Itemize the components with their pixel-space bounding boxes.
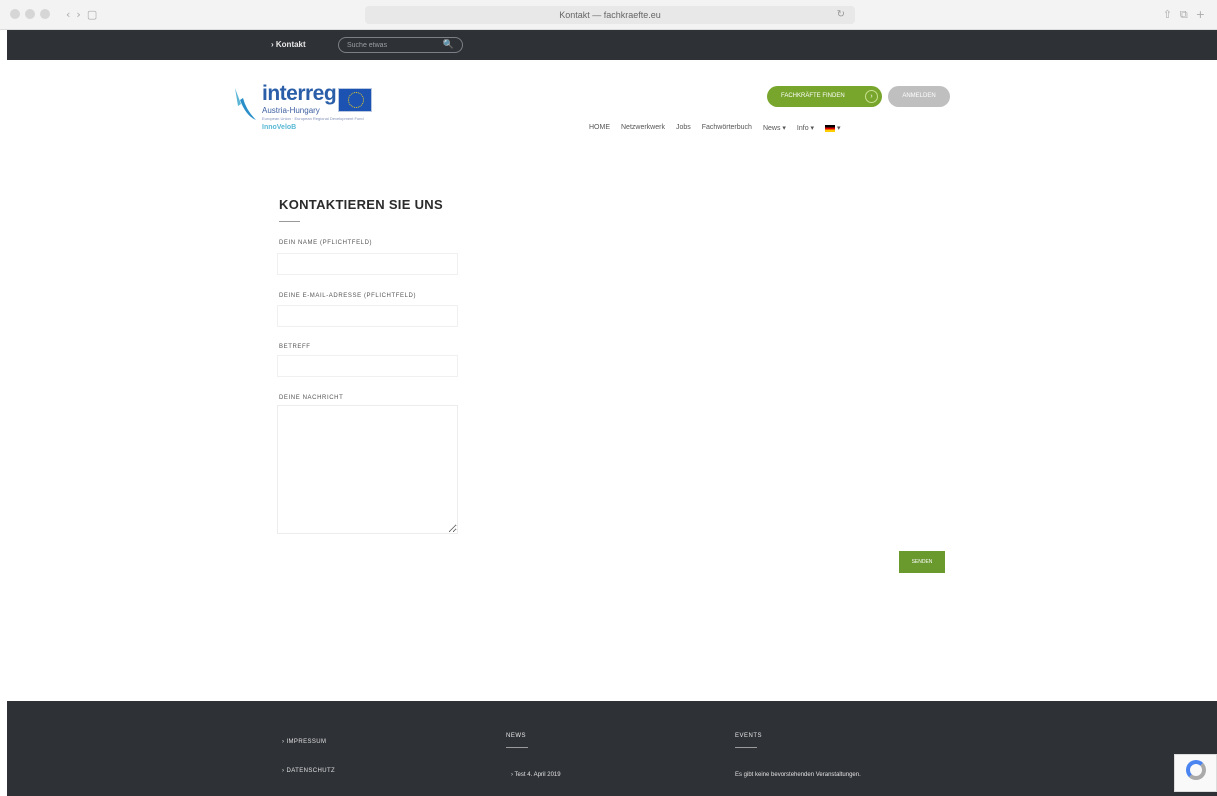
footer-link-datenschutz[interactable]: › DATENSCHUTZ [282, 768, 335, 774]
nav-item-home[interactable]: HOME [589, 124, 610, 132]
nav-item-network[interactable]: Netzwerkwerk [621, 124, 665, 132]
window-controls [10, 9, 50, 19]
share-icon[interactable]: ⇧ [1163, 8, 1172, 22]
german-flag-icon [825, 124, 836, 132]
sidebar-icon[interactable]: ▢ [87, 8, 97, 21]
eu-flag-icon [338, 88, 372, 112]
top-bar: › Kontakt 🔍 [7, 30, 1217, 60]
nav-item-news[interactable]: News ▾ [763, 124, 786, 132]
site-logo[interactable]: interreg Austria-Hungary European Union … [232, 82, 382, 138]
recaptcha-badge[interactable] [1174, 754, 1217, 792]
logo-wordmark: interreg [262, 82, 337, 105]
search-input[interactable] [347, 40, 437, 51]
browser-right-controls: ⇧ ⧉ + [1163, 8, 1205, 22]
interreg-swoosh-icon [235, 88, 256, 120]
new-tab-icon[interactable]: + [1196, 8, 1205, 22]
minimize-window-icon[interactable] [25, 9, 35, 19]
close-window-icon[interactable] [10, 9, 20, 19]
subject-label: BETREFF [279, 344, 311, 350]
login-button[interactable]: ANMELDEN [888, 86, 950, 107]
nav-item-info[interactable]: Info ▾ [797, 124, 814, 132]
language-caret-icon: ▾ [837, 125, 841, 132]
browser-toolbar: ‹ › ▢ Kontakt — fachkraefte.eu ↻ ⇧ ⧉ + [0, 0, 1217, 30]
login-label: ANMELDEN [902, 93, 936, 99]
back-arrow-icon[interactable]: ‹ [66, 8, 70, 21]
title-divider [279, 221, 300, 222]
address-bar[interactable]: Kontakt — fachkraefte.eu ↻ [365, 6, 855, 24]
logo-fund-text: European Union · European Regional Devel… [262, 116, 364, 121]
footer-events-heading: EVENTS [735, 733, 763, 739]
nav-item-jobs[interactable]: Jobs [676, 124, 691, 132]
search-icon[interactable]: 🔍 [443, 39, 454, 50]
footer-news-divider [506, 747, 528, 748]
footer-news-heading: NEWS [506, 733, 526, 739]
page-title: KONTAKTIEREN SIE UNS [279, 197, 443, 212]
forward-arrow-icon[interactable]: › [76, 8, 80, 21]
logo-subtitle: Austria-Hungary [262, 106, 320, 115]
find-workers-button[interactable]: FACHKRÄFTE FINDEN › [767, 86, 882, 107]
footer-news-item[interactable]: › Test 4. April 2019 [511, 772, 561, 778]
message-label: DEINE NACHRICHT [279, 395, 344, 401]
recaptcha-icon [1186, 760, 1206, 780]
footer-link-impressum[interactable]: › IMPRESSUM [282, 739, 326, 745]
message-field[interactable] [277, 405, 458, 534]
subject-field[interactable] [277, 355, 458, 377]
language-switcher[interactable]: ▾ [825, 124, 841, 132]
name-label: DEIN NAME (PFLICHTFELD) [279, 240, 373, 246]
send-button[interactable]: SENDEN [899, 551, 945, 573]
reload-icon[interactable]: ↻ [837, 6, 845, 24]
nav-item-dictionary[interactable]: Fachwörterbuch [702, 124, 752, 132]
zoom-window-icon[interactable] [40, 9, 50, 19]
footer-events-text: Es gibt keine bevorstehenden Veranstaltu… [735, 772, 861, 778]
logo-project-name: InnoVeloB [262, 124, 297, 131]
find-workers-label: FACHKRÄFTE FINDEN [781, 93, 845, 99]
address-text: Kontakt — fachkraefte.eu [559, 10, 661, 20]
tabs-icon[interactable]: ⧉ [1180, 8, 1188, 22]
footer-events-divider [735, 747, 757, 748]
browser-nav-controls: ‹ › ▢ [66, 8, 97, 21]
main-navigation: HOME Netzwerkwerk Jobs Fachwörterbuch Ne… [589, 124, 852, 132]
footer: › IMPRESSUM › DATENSCHUTZ NEWS › Test 4.… [7, 701, 1217, 796]
email-field[interactable] [277, 305, 458, 327]
kontakt-link[interactable]: › Kontakt [271, 40, 306, 49]
name-field[interactable] [277, 253, 458, 275]
email-label: DEINE E-MAIL-ADRESSE (PFLICHTFELD) [279, 293, 417, 299]
arrow-right-icon: › [865, 90, 878, 103]
search-box: 🔍 [338, 37, 463, 53]
